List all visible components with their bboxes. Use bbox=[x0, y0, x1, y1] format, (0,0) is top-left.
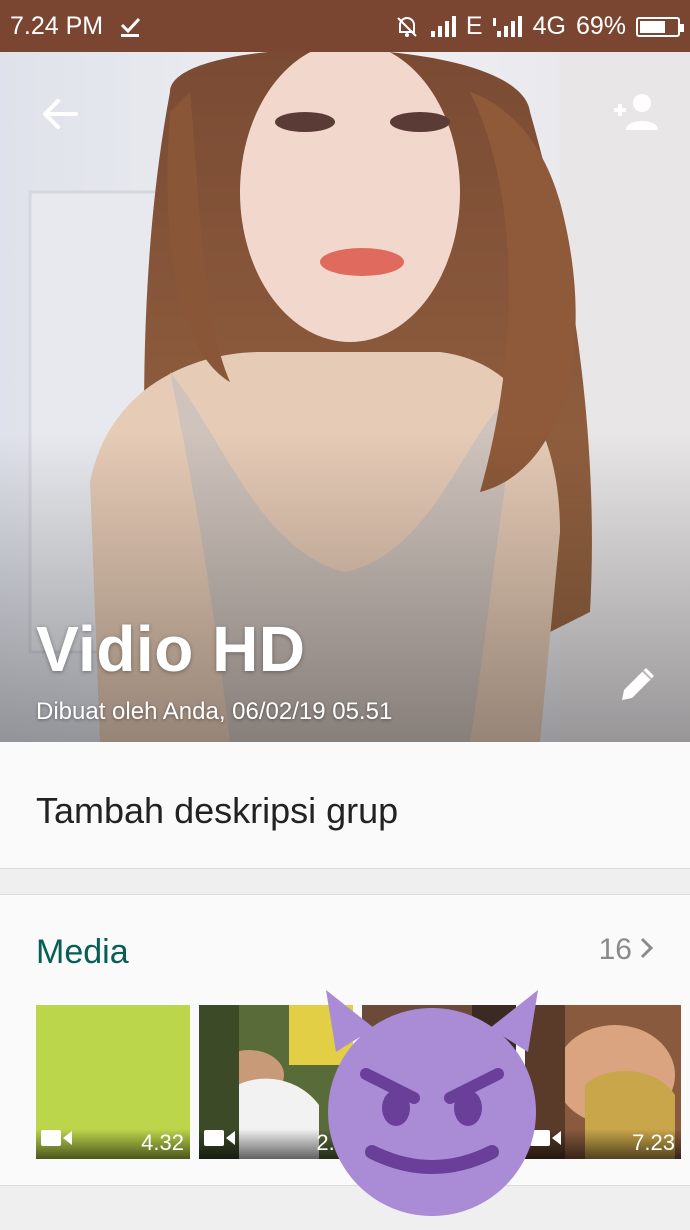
group-profile-photo[interactable]: Vidio HD Dibuat oleh Anda, 06/02/19 05.5… bbox=[0, 52, 690, 742]
download-done-icon bbox=[119, 16, 141, 38]
video-duration: 4.32 bbox=[141, 1130, 184, 1155]
battery-icon bbox=[636, 16, 684, 37]
signal-icon bbox=[430, 15, 456, 38]
video-duration: 7.23 bbox=[632, 1130, 675, 1155]
add-participant-icon[interactable] bbox=[610, 90, 662, 134]
media-thumbnail[interactable]: 4.32 bbox=[36, 1005, 190, 1159]
status-time: 7.24 PM bbox=[10, 12, 104, 40]
media-count-link[interactable]: 16 bbox=[599, 933, 654, 967]
video-camera-icon bbox=[40, 1128, 74, 1153]
status-bar: 7.24 PM E 4G 69% bbox=[0, 0, 690, 52]
edit-pencil-icon[interactable] bbox=[616, 662, 660, 706]
group-name: Vidio HD bbox=[36, 613, 306, 685]
bell-off-icon bbox=[394, 14, 420, 40]
network-type-2: 4G bbox=[532, 12, 566, 40]
media-count: 16 bbox=[598, 933, 632, 966]
battery-fill bbox=[640, 20, 665, 33]
video-camera-icon bbox=[203, 1128, 237, 1153]
chevron-right-icon bbox=[640, 933, 654, 967]
add-description-link[interactable]: Tambah deskripsi grup bbox=[36, 790, 398, 832]
battery-percent: 69% bbox=[575, 12, 626, 40]
smiling-face-with-horns-icon bbox=[314, 982, 550, 1218]
group-description-card[interactable]: Tambah deskripsi grup bbox=[0, 742, 690, 869]
network-type-1: E bbox=[465, 12, 483, 40]
back-arrow-icon[interactable] bbox=[38, 92, 82, 136]
created-info: Dibuat oleh Anda, 06/02/19 05.51 bbox=[36, 698, 393, 725]
signal-icon bbox=[492, 15, 523, 38]
media-title: Media bbox=[36, 933, 129, 971]
